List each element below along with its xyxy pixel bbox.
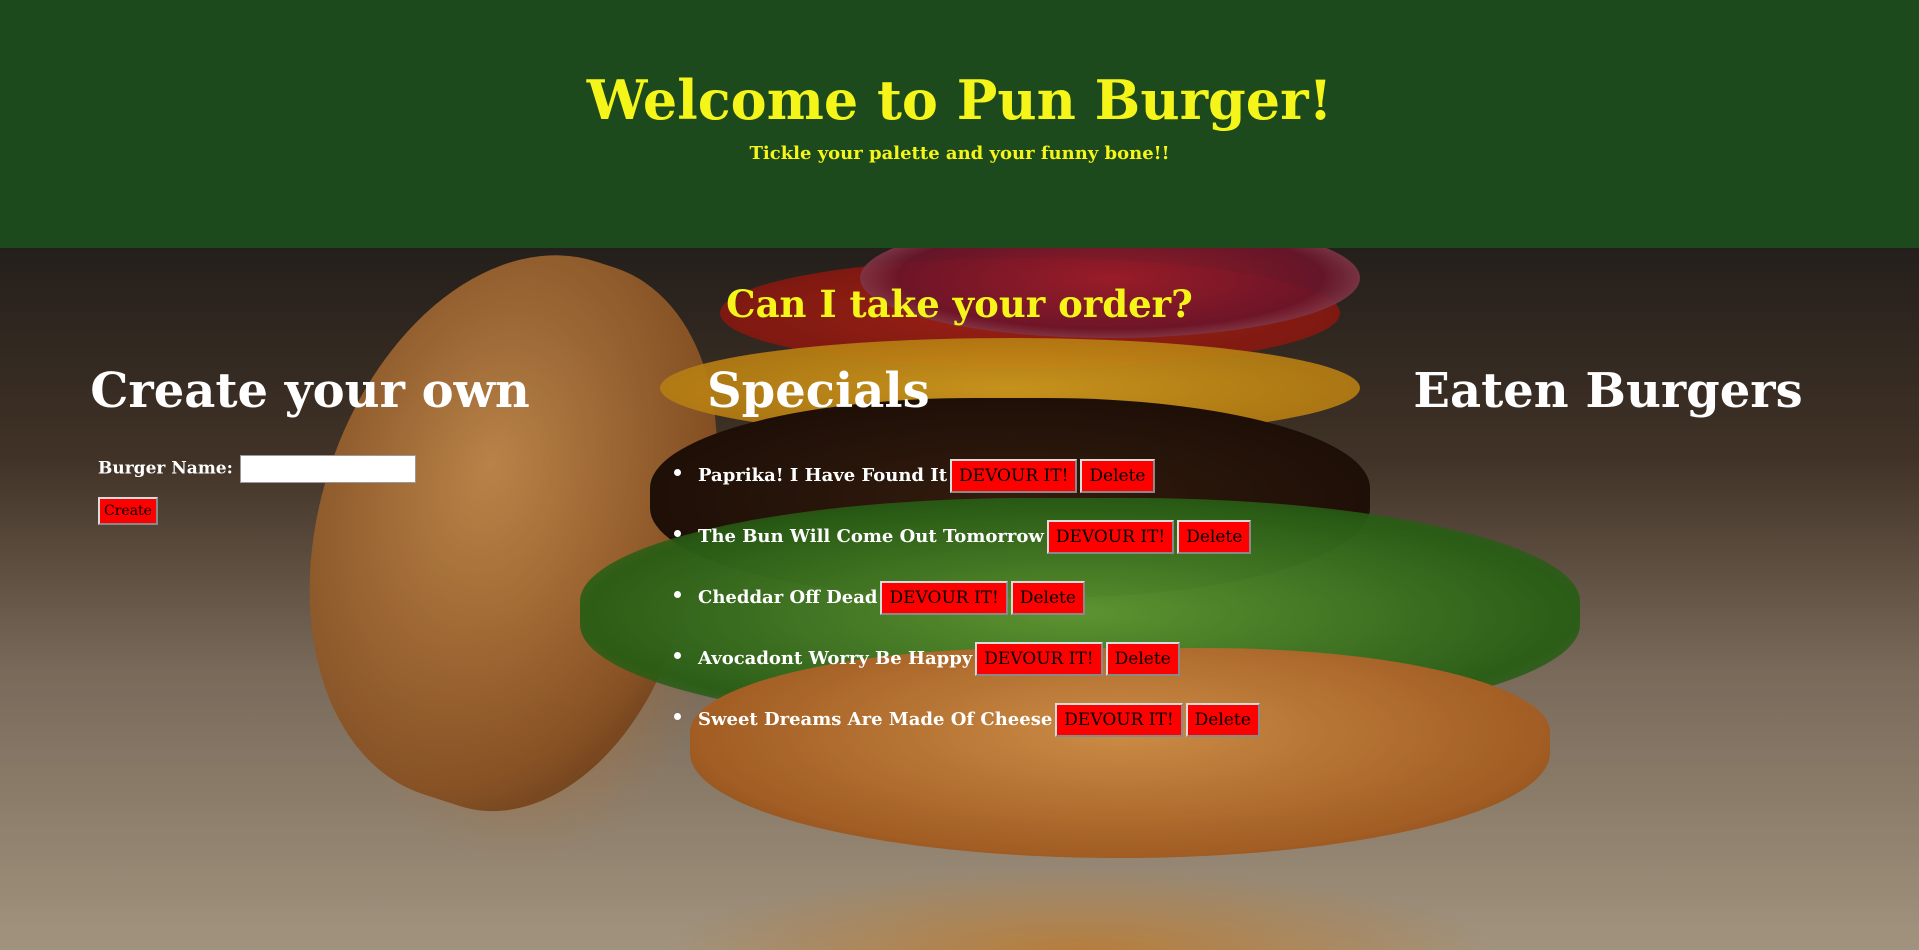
special-item: Avocadont Worry Be Happy DEVOUR IT! Dele… [672, 641, 1260, 702]
special-item-name: Paprika! I Have Found It [698, 465, 948, 486]
special-item: Sweet Dreams Are Made Of Cheese DEVOUR I… [672, 702, 1260, 763]
specials-list: Paprika! I Have Found It DEVOUR IT! Dele… [672, 458, 1260, 763]
page-header: Welcome to Pun Burger! Tickle your palet… [0, 0, 1919, 248]
burger-name-input[interactable] [240, 455, 416, 483]
page-tagline: Tickle your palette and your funny bone!… [749, 143, 1170, 164]
bullet-icon [674, 652, 681, 659]
bullet-icon [674, 469, 681, 476]
delete-button[interactable]: Delete [1080, 459, 1155, 493]
devour-button[interactable]: DEVOUR IT! [880, 581, 1008, 615]
devour-button[interactable]: DEVOUR IT! [950, 459, 1078, 493]
special-item-name: Cheddar Off Dead [698, 587, 878, 608]
special-item: Cheddar Off Dead DEVOUR IT! Delete [672, 580, 1260, 641]
devour-button[interactable]: DEVOUR IT! [975, 642, 1103, 676]
devour-button[interactable]: DEVOUR IT! [1046, 520, 1175, 554]
special-item-name: Avocadont Worry Be Happy [698, 648, 973, 669]
special-item-name: Sweet Dreams Are Made Of Cheese [698, 709, 1053, 730]
devour-button[interactable]: DEVOUR IT! [1055, 703, 1183, 737]
eaten-column-title: Eaten Burgers [1413, 363, 1803, 419]
page-title: Welcome to Pun Burger! [586, 68, 1333, 132]
special-item-name: The Bun Will Come Out Tomorrow [698, 526, 1044, 547]
bullet-icon [674, 591, 681, 598]
delete-button[interactable]: Delete [1177, 520, 1252, 554]
specials-column-title: Specials [707, 363, 930, 419]
order-title: Can I take your order? [726, 282, 1193, 326]
bullet-icon [674, 713, 681, 720]
bullet-icon [674, 530, 681, 537]
create-column-title: Create your own [90, 363, 530, 419]
special-item: The Bun Will Come Out Tomorrow DEVOUR IT… [672, 519, 1260, 580]
burger-name-label: Burger Name: [98, 458, 233, 479]
delete-button[interactable]: Delete [1105, 642, 1180, 676]
special-item: Paprika! I Have Found It DEVOUR IT! Dele… [672, 458, 1260, 519]
delete-button[interactable]: Delete [1185, 703, 1260, 737]
create-button[interactable]: Create [98, 497, 158, 525]
delete-button[interactable]: Delete [1010, 581, 1085, 615]
create-burger-form: Burger Name: Create [98, 455, 416, 525]
